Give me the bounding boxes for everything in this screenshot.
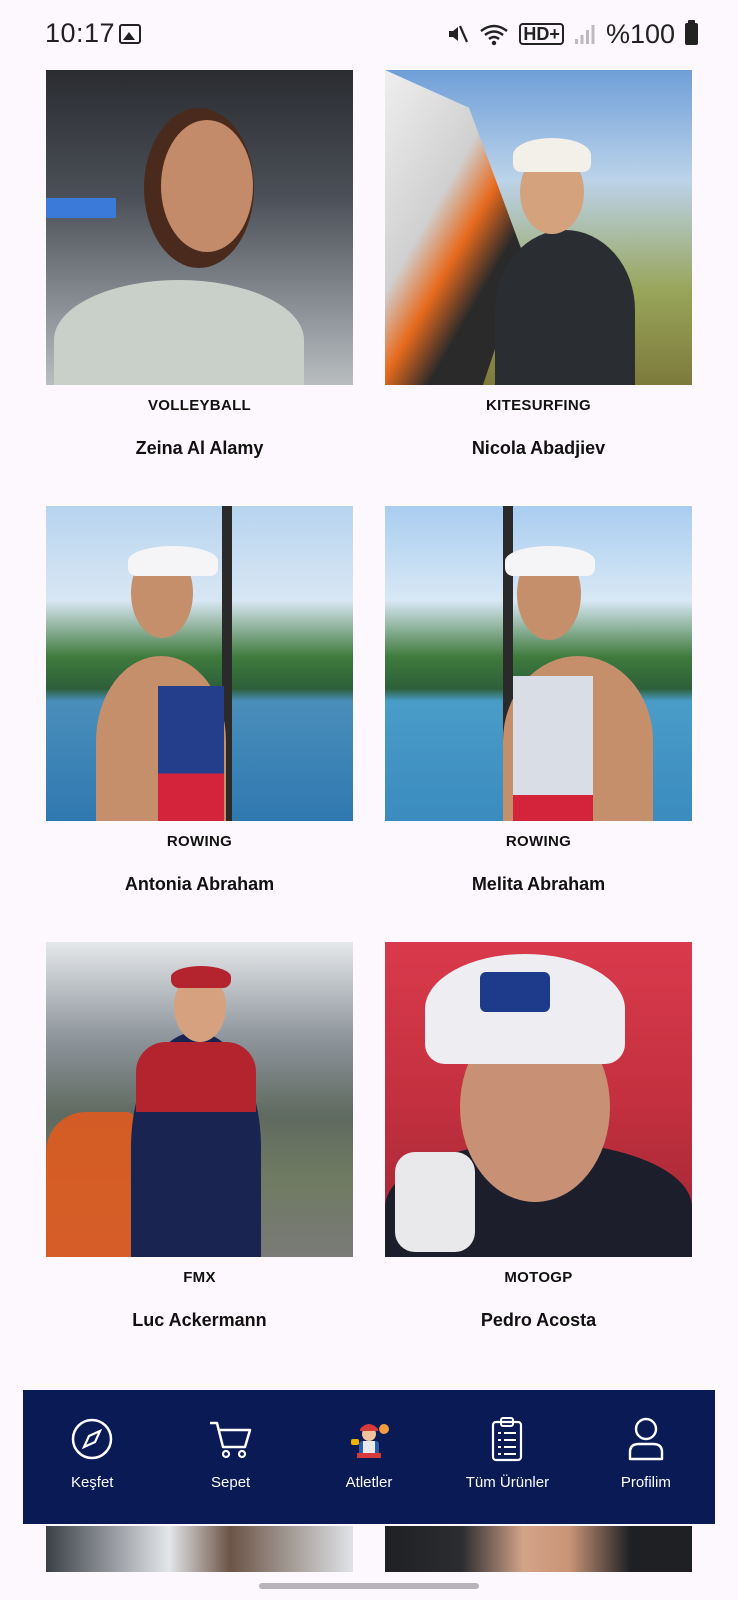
signal-icon [574,23,596,45]
athlete-sport: MOTOGP [504,1269,573,1286]
nav-item-tum-urunler[interactable]: Tüm Ürünler [438,1390,576,1524]
nav-item-atletler[interactable]: Atletler [300,1390,438,1524]
athlete-name: Zeina Al Alamy [135,438,264,458]
gesture-bar[interactable] [259,1583,479,1589]
app-screen: 10:17 HD+ %100 VOLLEYBALL Zeina Al Alamy… [0,0,738,1600]
athlete-name: Antonia Abraham [124,874,275,894]
nav-item-sepet[interactable]: Sepet [161,1390,299,1524]
athlete-name: Pedro Acosta [480,1310,597,1330]
athlete-name: Melita Abraham [471,874,606,894]
battery-percent: %100 [605,18,675,49]
athlete-photo [385,1526,692,1572]
athlete-card[interactable] [385,1526,692,1572]
wifi-icon [479,22,509,46]
athlete-photo [385,70,692,385]
status-icons: HD+ %100 [445,17,698,51]
athlete-photo [46,70,353,385]
bottom-nav: Keşfet Sepet Atletler Tüm Ürünler Profil… [23,1390,715,1524]
athlete-card[interactable]: KITESURFING Nicola Abadjiev [385,70,692,458]
athlete-icon [346,1416,392,1462]
profile-icon [623,1416,669,1462]
nav-item-kesfet[interactable]: Keşfet [23,1390,161,1524]
compass-icon [69,1416,115,1462]
nav-label: Sepet [211,1474,251,1491]
hd-plus-icon: HD+ [519,23,564,45]
athlete-photo [46,1526,353,1572]
mute-icon [445,22,469,46]
athlete-name: Luc Ackermann [132,1310,267,1330]
nav-item-profilim[interactable]: Profilim [577,1390,715,1524]
athlete-card[interactable]: VOLLEYBALL Zeina Al Alamy [46,70,353,458]
nav-label: Keşfet [70,1474,114,1491]
athlete-photo [46,506,353,821]
nav-label: Atletler [345,1474,393,1491]
athlete-card[interactable]: ROWING Antonia Abraham [46,506,353,894]
athlete-photo [385,506,692,821]
nav-label: Tüm Ürünler [465,1474,550,1491]
athlete-sport: KITESURFING [486,397,591,414]
nav-label: Profilim [620,1474,671,1491]
athlete-card[interactable]: FMX Luc Ackermann [46,942,353,1330]
athlete-name: Nicola Abadjiev [471,438,606,458]
battery-icon [685,20,698,45]
athlete-sport: FMX [183,1269,216,1286]
athlete-card[interactable] [46,1526,353,1572]
athlete-sport: ROWING [166,833,233,850]
athlete-sport: ROWING [505,833,572,850]
athlete-photo [385,942,692,1257]
gallery-icon [119,24,141,44]
clipboard-icon [484,1416,530,1462]
cart-icon [208,1416,254,1462]
athlete-sport: VOLLEYBALL [148,397,251,414]
status-bar: 10:17 HD+ %100 [0,0,738,70]
athlete-card[interactable]: ROWING Melita Abraham [385,506,692,894]
athlete-card[interactable]: MOTOGP Pedro Acosta [385,942,692,1330]
status-time: 10:17 [45,18,116,48]
athlete-photo [46,942,353,1257]
